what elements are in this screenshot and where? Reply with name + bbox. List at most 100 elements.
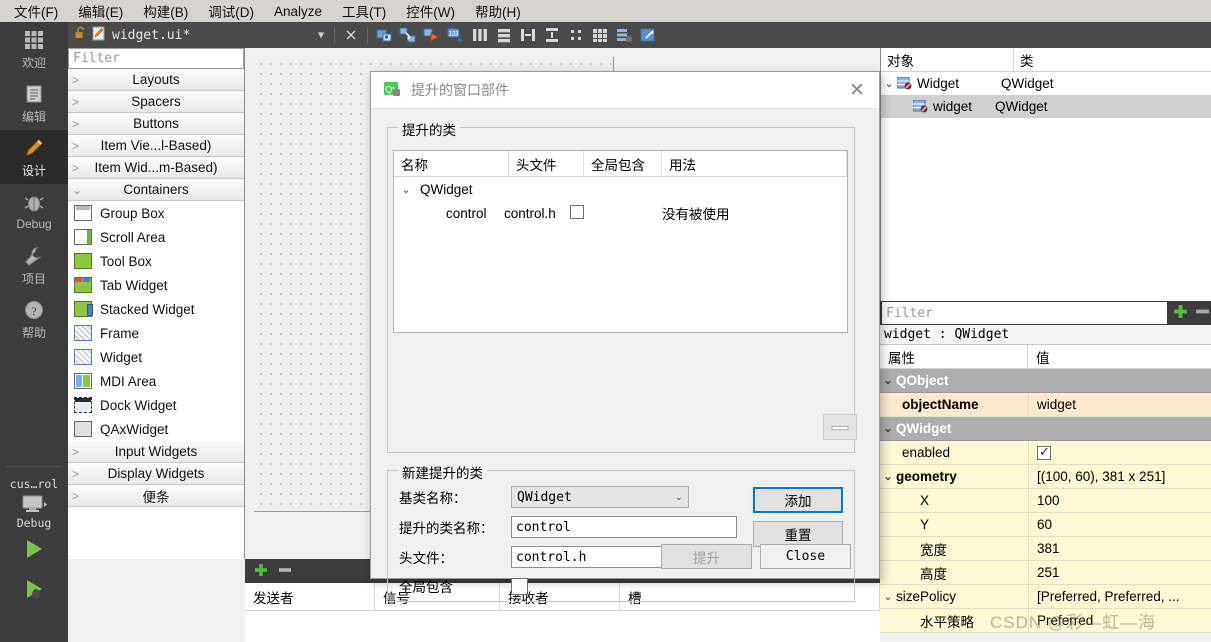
promoted-table-row-control[interactable]: control control.h 没有被使用: [394, 201, 847, 225]
property-value[interactable]: 60: [1028, 513, 1211, 536]
promoted-table-row-qwidget[interactable]: ⌄ QWidget: [394, 177, 847, 201]
menu-item-tools[interactable]: 工具(T): [332, 0, 396, 23]
widget-item-scroll-area[interactable]: Scroll Area: [68, 225, 244, 249]
widget-item-dock-widget[interactable]: Dock Widget: [68, 393, 244, 417]
property-value[interactable]: 381: [1028, 537, 1211, 560]
layout-splitter-v-icon[interactable]: [542, 25, 562, 45]
property-value[interactable]: [Preferred, Preferred, ...: [1028, 585, 1211, 608]
widget-item-mdi-area[interactable]: MDI Area: [68, 369, 244, 393]
mode-welcome[interactable]: 欢迎: [0, 22, 68, 76]
column-value[interactable]: 值: [1028, 345, 1211, 368]
global-include-checkbox[interactable]: [570, 204, 584, 219]
promoted-widgets-dialog[interactable]: Qt 提升的窗口部件 ✕ 提升的类 名称 头文件 全局包含 用法 ⌄ QWidg…: [370, 71, 880, 602]
property-row-x[interactable]: X 100: [880, 489, 1211, 513]
widgetbox-category-input-widgets[interactable]: > Input Widgets: [68, 441, 244, 463]
property-value[interactable]: [(100, 60), 381 x 251]: [1028, 465, 1211, 488]
chevron-down-icon[interactable]: ⌄: [881, 77, 897, 90]
close-x-icon[interactable]: [341, 25, 361, 45]
widgetbox-category-spacers[interactable]: > Spacers: [68, 91, 244, 113]
chevron-down-icon[interactable]: ⌄: [880, 422, 896, 435]
property-row-sizepolicy[interactable]: ⌄ sizePolicy [Preferred, Preferred, ...: [880, 585, 1211, 609]
property-row-height[interactable]: 高度 251: [880, 561, 1211, 585]
property-value[interactable]: 251: [1028, 561, 1211, 584]
column-usage[interactable]: 用法: [662, 151, 847, 177]
mode-debug[interactable]: Debug: [0, 184, 68, 238]
base-class-combobox[interactable]: QWidget ⌄: [511, 486, 689, 508]
promoted-classes-table[interactable]: 名称 头文件 全局包含 用法 ⌄ QWidget control control…: [393, 150, 848, 333]
layout-vertical-icon[interactable]: [494, 25, 514, 45]
adjust-size-icon[interactable]: [638, 25, 658, 45]
close-icon[interactable]: ✕: [843, 81, 871, 100]
column-name[interactable]: 名称: [394, 151, 509, 177]
promote-button[interactable]: 提升: [661, 544, 752, 569]
widgetbox-category-item-widgets[interactable]: > Item Wid...m-Based): [68, 157, 244, 179]
edit-signals-slots-icon[interactable]: [398, 25, 418, 45]
add-button[interactable]: 添加: [753, 487, 843, 513]
open-file-selector[interactable]: widget.ui* ▼: [68, 22, 330, 48]
widget-item-qax-widget[interactable]: QAxWidget: [68, 417, 244, 441]
edit-widgets-icon[interactable]: [374, 25, 394, 45]
column-object[interactable]: 对象: [881, 48, 1014, 71]
property-filter-input[interactable]: Filter: [882, 302, 1167, 324]
chevron-down-icon[interactable]: ⌄: [398, 183, 414, 196]
property-row-geometry[interactable]: ⌄ geometry [(100, 60), 381 x 251]: [880, 465, 1211, 489]
property-value[interactable]: Preferred: [1028, 609, 1211, 632]
edit-buddies-icon[interactable]: [422, 25, 442, 45]
column-header-file[interactable]: 头文件: [509, 151, 584, 177]
object-tree-row-widget-child[interactable]: widget QWidget: [881, 95, 1211, 118]
widget-box-filter-input[interactable]: Filter: [68, 48, 244, 69]
widget-item-tool-box[interactable]: Tool Box: [68, 249, 244, 273]
menu-item-edit[interactable]: 编辑(E): [68, 0, 133, 23]
widgetbox-category-notes[interactable]: > 便条: [68, 485, 244, 507]
chevron-down-icon[interactable]: ⌄: [880, 590, 896, 603]
property-row-y[interactable]: Y 60: [880, 513, 1211, 537]
widgetbox-category-containers[interactable]: ⌄ Containers: [68, 179, 244, 201]
column-property[interactable]: 属性: [880, 345, 1028, 368]
widget-item-widget[interactable]: Widget: [68, 345, 244, 369]
widget-item-stacked-widget[interactable]: Stacked Widget: [68, 297, 244, 321]
menu-item-help[interactable]: 帮助(H): [465, 0, 531, 23]
column-class[interactable]: 类: [1014, 48, 1211, 71]
menu-item-analyze[interactable]: Analyze: [264, 2, 332, 21]
layout-horizontal-icon[interactable]: [470, 25, 490, 45]
property-group-qwidget[interactable]: ⌄ QWidget: [880, 417, 1211, 441]
property-row-objectname[interactable]: objectName widget: [880, 393, 1211, 417]
remove-promoted-class-button[interactable]: [823, 414, 857, 440]
mode-help[interactable]: ? 帮助: [0, 292, 68, 346]
close-button[interactable]: Close: [760, 544, 851, 569]
minus-icon[interactable]: [277, 562, 293, 581]
widgetbox-category-buttons[interactable]: > Buttons: [68, 113, 244, 135]
widgetbox-category-display-widgets[interactable]: > Display Widgets: [68, 463, 244, 485]
widget-item-frame[interactable]: Frame: [68, 321, 244, 345]
property-row-horizontal-policy[interactable]: 水平策略 Preferred: [880, 609, 1211, 633]
chevron-down-icon[interactable]: ⌄: [880, 374, 896, 387]
widgetbox-category-item-views[interactable]: > Item Vie...l-Based): [68, 135, 244, 157]
break-layout-icon[interactable]: [614, 25, 634, 45]
chevron-down-icon[interactable]: ▼: [318, 30, 324, 41]
widget-item-group-box[interactable]: Group Box: [68, 201, 244, 225]
mode-edit[interactable]: 编辑: [0, 76, 68, 130]
plus-icon[interactable]: [1172, 303, 1189, 323]
property-row-width[interactable]: 宽度 381: [880, 537, 1211, 561]
plus-icon[interactable]: [253, 562, 269, 581]
widget-item-tab-widget[interactable]: Tab Widget: [68, 273, 244, 297]
layout-grid-icon[interactable]: [590, 25, 610, 45]
mode-design[interactable]: 设计: [0, 130, 68, 184]
menu-item-debug[interactable]: 调试(D): [198, 0, 264, 23]
column-sender[interactable]: 发送者: [245, 582, 375, 611]
promoted-class-name-input[interactable]: control: [511, 516, 737, 538]
edit-tab-order-icon[interactable]: 123: [446, 25, 466, 45]
kit-selector[interactable]: cus…rol Debug: [0, 473, 68, 530]
column-global-include[interactable]: 全局包含: [584, 151, 662, 177]
minus-icon[interactable]: [1194, 303, 1211, 323]
chevron-down-icon[interactable]: ⌄: [880, 470, 896, 483]
layout-form-icon[interactable]: [566, 25, 586, 45]
menu-item-file[interactable]: 文件(F): [4, 0, 68, 23]
menu-item-widgets[interactable]: 控件(W): [396, 0, 465, 23]
property-group-qobject[interactable]: ⌄ QObject: [880, 369, 1211, 393]
property-value[interactable]: widget: [1028, 393, 1211, 416]
layout-splitter-h-icon[interactable]: [518, 25, 538, 45]
global-include-checkbox[interactable]: [511, 577, 528, 595]
property-value[interactable]: 100: [1028, 489, 1211, 512]
object-tree-row-widget-root[interactable]: ⌄ Widget QWidget: [881, 72, 1211, 95]
